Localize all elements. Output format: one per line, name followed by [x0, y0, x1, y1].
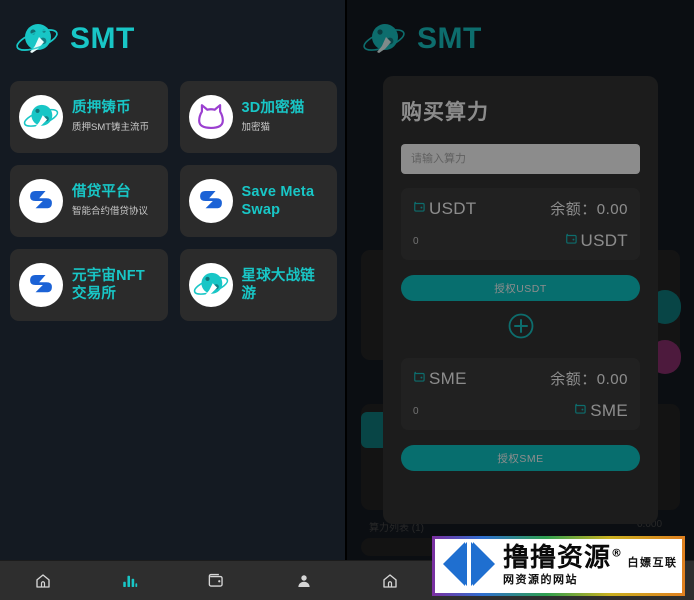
dapp-card-save-meta-swap[interactable]: Save Meta Swap: [179, 165, 337, 237]
dapp-card-subtitle: 智能合约借贷协议: [72, 206, 149, 218]
dapp-grid: 质押铸币 质押SMT铸主流币 3D加密猫 加密猫 借贷平台 智能合约借贷协议 S…: [0, 76, 347, 321]
panel-divider: [345, 0, 347, 600]
bottom-tab-bar: [0, 560, 347, 600]
left-phone-panel: SMT 质押铸币 质押SMT铸主流币 3D加密猫 加密猫 借贷平台 智能合约借贷…: [0, 0, 347, 600]
tab-chart[interactable]: [87, 561, 174, 600]
dapp-card-title: 星球大战链游: [241, 267, 315, 302]
watermark-overlay: 撸撸资源® 白嫖互联网资源的网站: [432, 536, 685, 596]
right-phone-panel: SMT 算力列表 (1) 0.000 购买算力 请输入算力 USDT 余额：0.…: [347, 0, 694, 600]
dapp-card-subtitle: 质押SMT铸主流币: [72, 122, 150, 134]
dapp-card-lending-platform[interactable]: 借贷平台 智能合约借贷协议: [10, 165, 168, 237]
dapp-card-star-wars-chain-game[interactable]: 星球大战链游: [179, 249, 337, 321]
dapp-card-title: 元宇宙NFT交易所: [72, 267, 145, 302]
tab-home[interactable]: [347, 561, 434, 600]
dapp-card-title: Save Meta Swap: [241, 183, 315, 218]
save-swap-icon: [19, 263, 63, 307]
registered-mark: ®: [611, 546, 624, 560]
watermark-title: 撸撸资源: [503, 543, 612, 573]
save-swap-icon: [19, 179, 63, 223]
modal-scrim[interactable]: [347, 0, 694, 600]
planet-rocket-icon: [19, 95, 63, 139]
crypto-cat-icon: [188, 95, 233, 139]
save-swap-icon: [188, 179, 233, 223]
app-stage: SMT 质押铸币 质押SMT铸主流币 3D加密猫 加密猫 借贷平台 智能合约借贷…: [0, 0, 694, 600]
dapp-card-title: 质押铸币: [72, 99, 131, 116]
tab-profile[interactable]: [260, 561, 347, 600]
dapp-card-subtitle: 加密猫: [241, 122, 271, 134]
dapp-card-title: 借贷平台: [72, 183, 131, 200]
planet-rocket-icon: [14, 16, 60, 62]
tab-wallet[interactable]: [174, 561, 261, 600]
dapp-card-3d-crypto-cat[interactable]: 3D加密猫 加密猫: [179, 81, 337, 153]
dapp-card-stake-mint[interactable]: 质押铸币 质押SMT铸主流币: [10, 81, 168, 153]
planet-rocket-icon: [188, 263, 233, 307]
dapp-card-metaverse-nft[interactable]: 元宇宙NFT交易所: [10, 249, 168, 321]
brand-name-label: SMT: [70, 22, 135, 55]
arrows-logo-icon: [441, 540, 497, 593]
dapp-card-title: 3D加密猫: [241, 99, 305, 116]
app-brand-header: SMT: [0, 0, 347, 76]
tab-home[interactable]: [0, 561, 87, 600]
